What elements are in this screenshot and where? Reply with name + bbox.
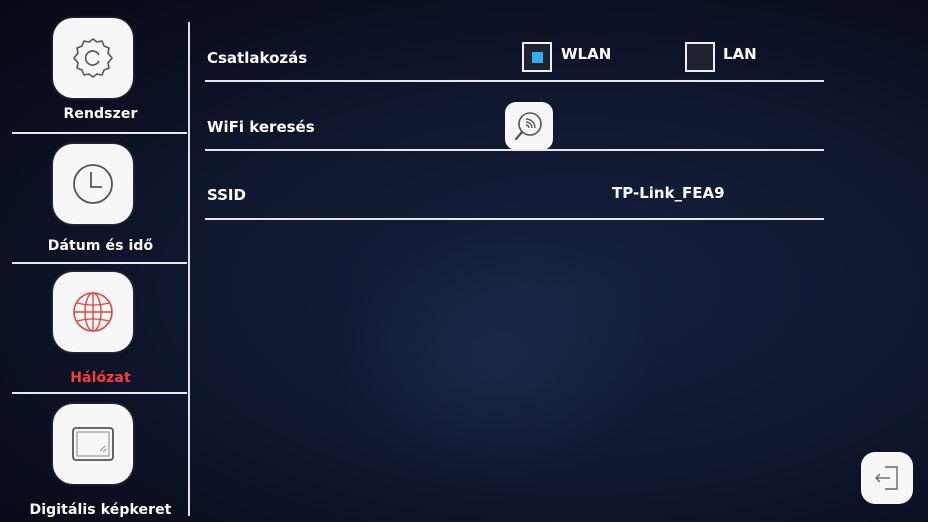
back-exit-icon [875, 466, 898, 490]
lan-label: LAN [723, 45, 757, 63]
globe-icon [53, 272, 133, 352]
ssid-label: SSID [207, 186, 246, 204]
back-button[interactable] [861, 452, 913, 504]
row-divider [205, 149, 824, 151]
sidebar: Rendszer Dátum és idő Hálózat Digitális … [12, 8, 189, 518]
row-divider [205, 218, 824, 220]
sidebar-item-digitalis-kepkeret[interactable]: Digitális képkeret [12, 396, 189, 522]
wlan-label: WLAN [561, 45, 612, 63]
ssid-value: TP-Link_FEA9 [612, 184, 725, 202]
sidebar-item-label: Dátum és idő [47, 238, 154, 254]
sidebar-item-halozat[interactable]: Hálózat [12, 266, 189, 394]
lan-checkbox[interactable] [685, 42, 715, 72]
sidebar-divider [12, 262, 187, 264]
wifi-search-icon [514, 112, 542, 141]
gear-icon [53, 18, 133, 98]
connection-label: Csatlakozás [207, 49, 308, 67]
sidebar-divider [12, 392, 187, 394]
vertical-divider [188, 22, 190, 516]
screen: Rendszer Dátum és idő Hálózat Digitális … [0, 0, 928, 522]
sidebar-divider [12, 132, 187, 134]
sidebar-item-label: Rendszer [63, 106, 138, 122]
sidebar-item-rendszer[interactable]: Rendszer [12, 8, 189, 136]
checkbox-checked-indicator [532, 52, 543, 63]
wlan-checkbox[interactable] [522, 42, 552, 72]
wifi-search-label: WiFi keresés [207, 118, 315, 136]
sidebar-item-label: Hálózat [70, 370, 131, 386]
sidebar-item-label: Digitális képkeret [29, 502, 172, 518]
row-divider [205, 80, 824, 82]
photo-frame-icon [53, 404, 133, 484]
clock-icon [53, 144, 133, 224]
sidebar-item-datum-es-ido[interactable]: Dátum és idő [12, 136, 189, 264]
wifi-search-button[interactable] [505, 102, 553, 150]
